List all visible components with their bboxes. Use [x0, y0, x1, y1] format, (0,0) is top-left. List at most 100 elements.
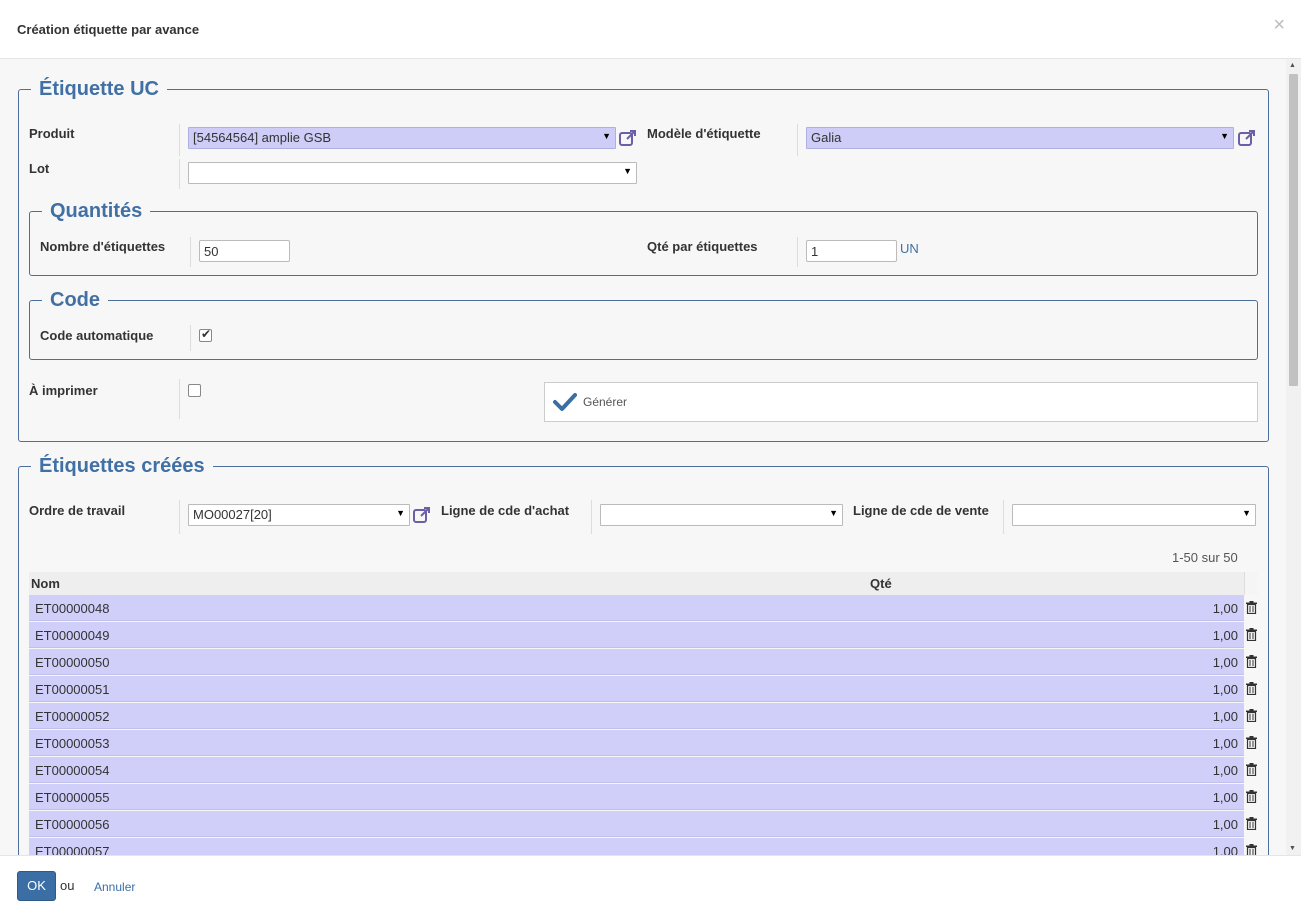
trash-icon[interactable] [1246, 736, 1257, 749]
dialog-footer: OK ou Annuler [0, 855, 1301, 918]
trash-icon[interactable] [1246, 763, 1257, 776]
row-qte: 1,00 [1212, 628, 1238, 643]
cancel-link[interactable]: Annuler [94, 880, 135, 894]
generer-button-label: Générer [583, 395, 628, 409]
checkmark-icon: ✔ [201, 327, 212, 341]
generer-button[interactable]: Générer [544, 382, 1258, 422]
table-row[interactable]: ET00000057 1,00 [29, 838, 1258, 855]
divider [190, 237, 191, 267]
close-icon[interactable]: × [1273, 15, 1285, 35]
row-qte: 1,00 [1212, 682, 1238, 697]
scrollbar-thumb[interactable] [1289, 74, 1298, 386]
table-row[interactable]: ET00000056 1,00 [29, 811, 1258, 838]
ok-button[interactable]: OK [17, 871, 56, 901]
table-row[interactable]: ET00000052 1,00 [29, 703, 1258, 730]
unit-label: UN [900, 241, 919, 256]
external-link-icon[interactable] [618, 128, 638, 148]
table-header: Nom Qté [29, 572, 1258, 595]
row-nom: ET00000057 [35, 844, 110, 855]
ordre-travail-select[interactable]: MO00027[20] ▼ [188, 504, 410, 526]
divider [797, 237, 798, 267]
lot-label: Lot [29, 161, 50, 176]
a-imprimer-checkbox[interactable] [188, 384, 201, 397]
row-background [29, 730, 1244, 756]
external-link-icon[interactable] [412, 505, 432, 525]
row-background [29, 676, 1244, 702]
row-background [29, 703, 1244, 729]
ligne-vente-label: Ligne de cde de vente [853, 503, 989, 518]
row-qte: 1,00 [1212, 817, 1238, 832]
trash-icon[interactable] [1246, 628, 1257, 641]
dialog-title: Création étiquette par avance [17, 22, 200, 37]
row-nom: ET00000054 [35, 763, 110, 778]
or-text: ou [60, 878, 75, 893]
trash-icon[interactable] [1246, 790, 1257, 803]
ligne-achat-select[interactable]: ▼ [600, 504, 843, 526]
row-qte: 1,00 [1212, 709, 1238, 724]
caret-down-icon: ▼ [396, 508, 405, 518]
divider [179, 379, 180, 419]
divider [179, 500, 180, 534]
column-header-qte[interactable]: Qté [870, 576, 892, 591]
row-background [29, 838, 1244, 855]
trash-icon[interactable] [1246, 655, 1257, 668]
row-nom: ET00000056 [35, 817, 110, 832]
table-row[interactable]: ET00000053 1,00 [29, 730, 1258, 757]
code-automatique-label: Code automatique [40, 328, 154, 343]
group-code: Code [29, 288, 1258, 360]
lot-select[interactable]: ▼ [188, 162, 637, 184]
dialog-header: Création étiquette par avance × [0, 0, 1301, 59]
scroll-up-icon[interactable]: ▲ [1289, 62, 1296, 69]
external-link-icon[interactable] [1237, 128, 1257, 148]
caret-down-icon: ▼ [623, 166, 632, 176]
row-qte: 1,00 [1212, 790, 1238, 805]
column-header-actions [1244, 572, 1258, 595]
row-background [29, 622, 1244, 648]
row-background [29, 757, 1244, 783]
table-row[interactable]: ET00000049 1,00 [29, 622, 1258, 649]
scroll-down-icon[interactable]: ▼ [1289, 845, 1296, 852]
group-code-legend: Code [50, 289, 100, 311]
code-automatique-checkbox[interactable]: ✔ [199, 327, 212, 342]
a-imprimer-label: À imprimer [29, 383, 98, 398]
row-qte: 1,00 [1212, 844, 1238, 855]
divider [1003, 500, 1004, 534]
ligne-achat-label: Ligne de cde d'achat [441, 503, 570, 518]
ligne-vente-select[interactable]: ▼ [1012, 504, 1256, 526]
table-row[interactable]: ET00000054 1,00 [29, 757, 1258, 784]
pager-text: 1-50 sur 50 [1172, 550, 1238, 565]
trash-icon[interactable] [1246, 682, 1257, 695]
trash-icon[interactable] [1246, 601, 1257, 614]
row-qte: 1,00 [1212, 601, 1238, 616]
row-background [29, 784, 1244, 810]
trash-icon[interactable] [1246, 709, 1257, 722]
trash-icon[interactable] [1246, 844, 1257, 855]
divider [179, 159, 180, 189]
produit-select-value: [54564564] amplie GSB [193, 130, 332, 145]
row-qte: 1,00 [1212, 763, 1238, 778]
checkmark-icon [553, 393, 577, 411]
ordre-travail-select-value: MO00027[20] [193, 507, 272, 522]
caret-down-icon: ▼ [1242, 508, 1251, 518]
group-quantites: Quantités [29, 199, 1258, 276]
caret-down-icon: ▼ [1220, 131, 1229, 141]
produit-select[interactable]: [54564564] amplie GSB ▼ [188, 127, 616, 149]
table-row[interactable]: ET00000055 1,00 [29, 784, 1258, 811]
row-qte: 1,00 [1212, 736, 1238, 751]
table-row[interactable]: ET00000048 1,00 [29, 595, 1258, 622]
nb-etiquettes-input[interactable] [199, 240, 290, 262]
table-row[interactable]: ET00000051 1,00 [29, 676, 1258, 703]
row-nom: ET00000048 [35, 601, 110, 616]
divider [179, 124, 180, 156]
group-etiquettes-creees-legend: Étiquettes créées [39, 455, 205, 477]
modele-label: Modèle d'étiquette [647, 126, 761, 141]
table-row[interactable]: ET00000050 1,00 [29, 649, 1258, 676]
group-quantites-legend: Quantités [50, 200, 143, 222]
column-header-nom[interactable]: Nom [31, 576, 60, 591]
row-nom: ET00000052 [35, 709, 110, 724]
modele-select[interactable]: Galia ▼ [806, 127, 1234, 149]
trash-icon[interactable] [1246, 817, 1257, 830]
vertical-scrollbar[interactable]: ▲ ▼ [1286, 59, 1301, 855]
qte-par-etiquettes-label: Qté par étiquettes [647, 239, 758, 254]
qte-par-etiquettes-input[interactable] [806, 240, 897, 262]
